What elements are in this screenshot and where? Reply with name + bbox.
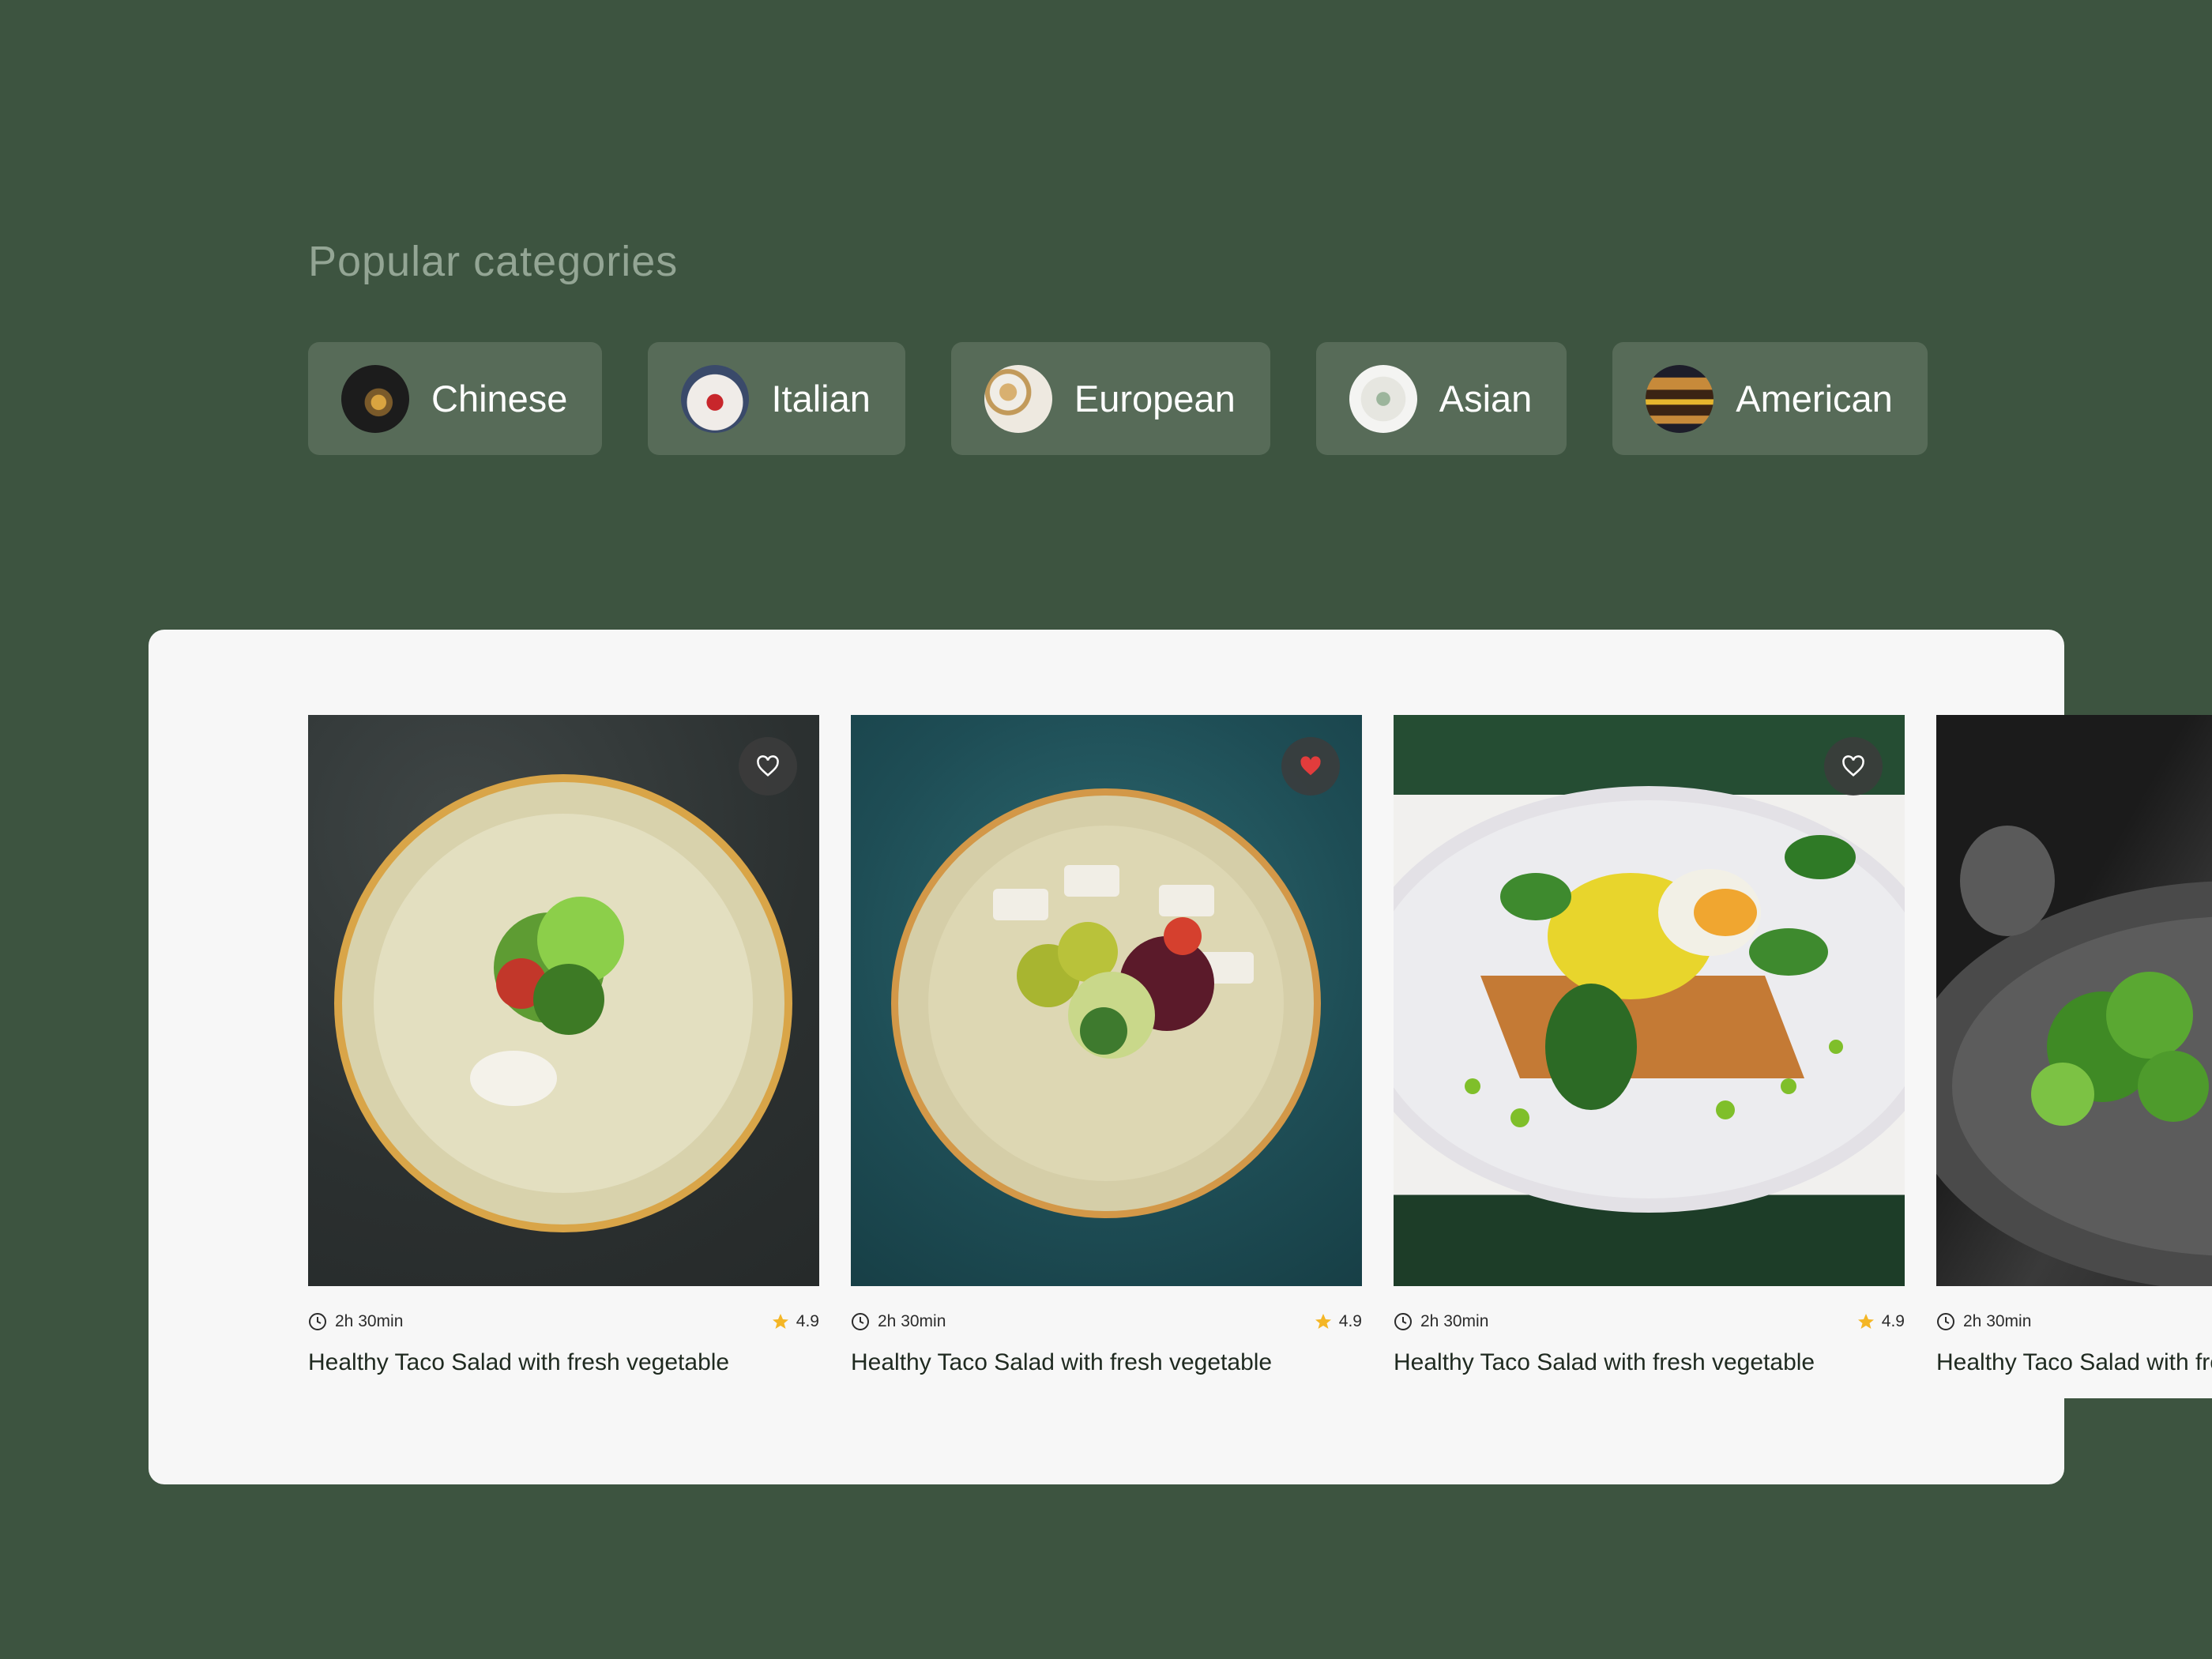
category-chip-european[interactable]: European	[950, 342, 1270, 455]
asian-dish-thumbnail	[1349, 364, 1417, 433]
cook-time: 2h 30min	[1936, 1312, 2031, 1331]
herring-plate-illustration	[891, 788, 1321, 1218]
favorite-button[interactable]	[1824, 737, 1883, 796]
section-title: Popular categories	[308, 238, 679, 285]
recipe-photo	[1936, 715, 2212, 1292]
european-dish-thumbnail	[984, 364, 1052, 433]
cook-time: 2h 30min	[308, 1312, 403, 1331]
clock-icon	[309, 1313, 326, 1330]
rating: 4.9	[1856, 1312, 1905, 1331]
category-label: European	[1074, 378, 1236, 419]
recipe-card[interactable]: 2h 30min 4.9 Healthy Taco Salad with fre…	[1394, 715, 1905, 1376]
category-list: Chinese Italian European Asian American	[308, 342, 1928, 455]
category-chip-italian[interactable]: Italian	[648, 342, 905, 455]
heart-outline-icon	[757, 755, 779, 777]
rating: 4.9	[771, 1312, 819, 1331]
cook-time-label: 2h 30min	[878, 1312, 946, 1330]
recipe-title[interactable]: Healthy Taco Salad with fresh vegetable	[851, 1349, 1362, 1376]
rating-value: 4.9	[1338, 1312, 1362, 1330]
recipe-photo	[1394, 715, 1905, 1286]
category-chip-american[interactable]: American	[1612, 342, 1928, 455]
category-label: Asian	[1439, 378, 1533, 419]
recipe-card[interactable]: 2h 30min Healthy Taco Salad with fresh v…	[1936, 715, 2212, 1398]
category-label: Italian	[771, 378, 871, 419]
cook-time-label: 2h 30min	[1963, 1312, 2032, 1330]
cook-time: 2h 30min	[851, 1312, 946, 1331]
burger-thumbnail	[1646, 364, 1714, 433]
heart-outline-icon	[1842, 755, 1864, 777]
recipe-title[interactable]: Healthy Taco Salad with fresh vegetable	[308, 1349, 819, 1376]
category-chip-asian[interactable]: Asian	[1315, 342, 1567, 455]
recipe-title[interactable]: Healthy Taco Salad with fresh vegetable	[1936, 1349, 2212, 1376]
clock-icon	[1394, 1313, 1412, 1330]
favorite-button[interactable]	[739, 737, 797, 796]
cook-time-label: 2h 30min	[1420, 1312, 1489, 1330]
star-icon	[772, 1314, 788, 1329]
recipe-card[interactable]: 2h 30min 4.9 Healthy Taco Salad with fre…	[308, 715, 819, 1376]
cook-time-label: 2h 30min	[335, 1312, 404, 1330]
chinese-dish-thumbnail	[341, 364, 409, 433]
rating: 4.9	[1314, 1312, 1362, 1331]
edamame-plate-illustration	[1936, 826, 2212, 1292]
recipe-title[interactable]: Healthy Taco Salad with fresh vegetable	[1394, 1349, 1905, 1376]
clock-icon	[852, 1313, 869, 1330]
eggs-benedict-illustration	[1394, 786, 1905, 1213]
category-label: American	[1736, 378, 1893, 419]
recipe-photo	[308, 715, 819, 1286]
recipe-card[interactable]: 2h 30min 4.9 Healthy Taco Salad with fre…	[851, 715, 1362, 1376]
salad-plate-illustration	[334, 774, 792, 1232]
clock-icon	[1937, 1313, 1954, 1330]
cook-time: 2h 30min	[1394, 1312, 1488, 1331]
heart-filled-icon	[1300, 756, 1321, 776]
favorite-button[interactable]	[1281, 737, 1340, 796]
recipe-photo	[851, 715, 1362, 1286]
star-icon	[1857, 1314, 1874, 1329]
star-icon	[1315, 1314, 1331, 1329]
category-chip-chinese[interactable]: Chinese	[308, 342, 603, 455]
rating-value: 4.9	[796, 1312, 819, 1330]
rating-value: 4.9	[1881, 1312, 1905, 1330]
italian-dish-thumbnail	[681, 364, 750, 433]
category-label: Chinese	[431, 378, 568, 419]
